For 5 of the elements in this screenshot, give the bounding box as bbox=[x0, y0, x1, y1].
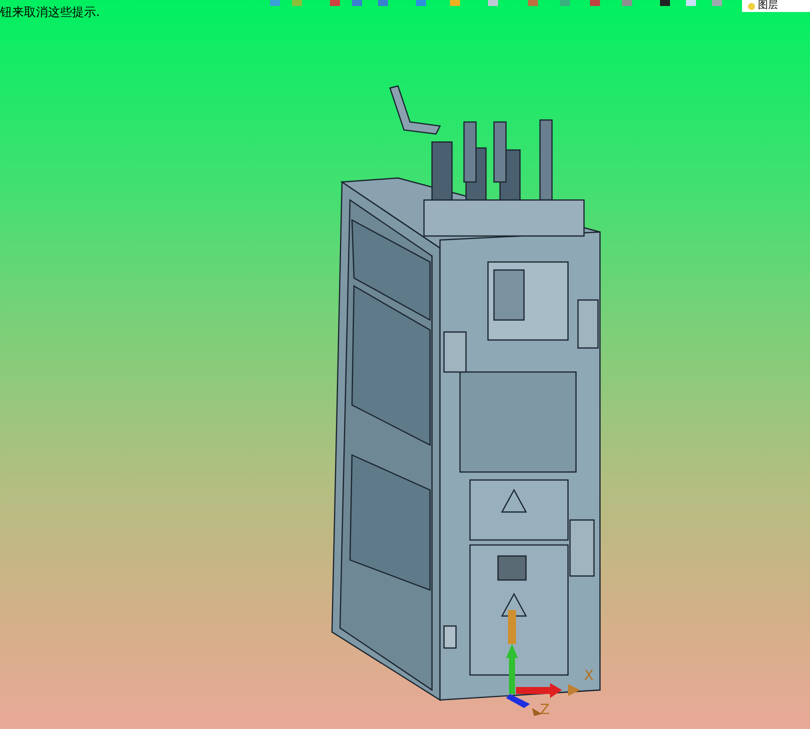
bulb-icon bbox=[748, 2, 755, 10]
layer-dropdown[interactable]: 图层 bbox=[742, 0, 810, 12]
z-axis-label: Z bbox=[540, 702, 550, 718]
hint-text: 钮来取消这些提示. bbox=[0, 5, 100, 19]
x-axis-label: X bbox=[584, 668, 594, 684]
